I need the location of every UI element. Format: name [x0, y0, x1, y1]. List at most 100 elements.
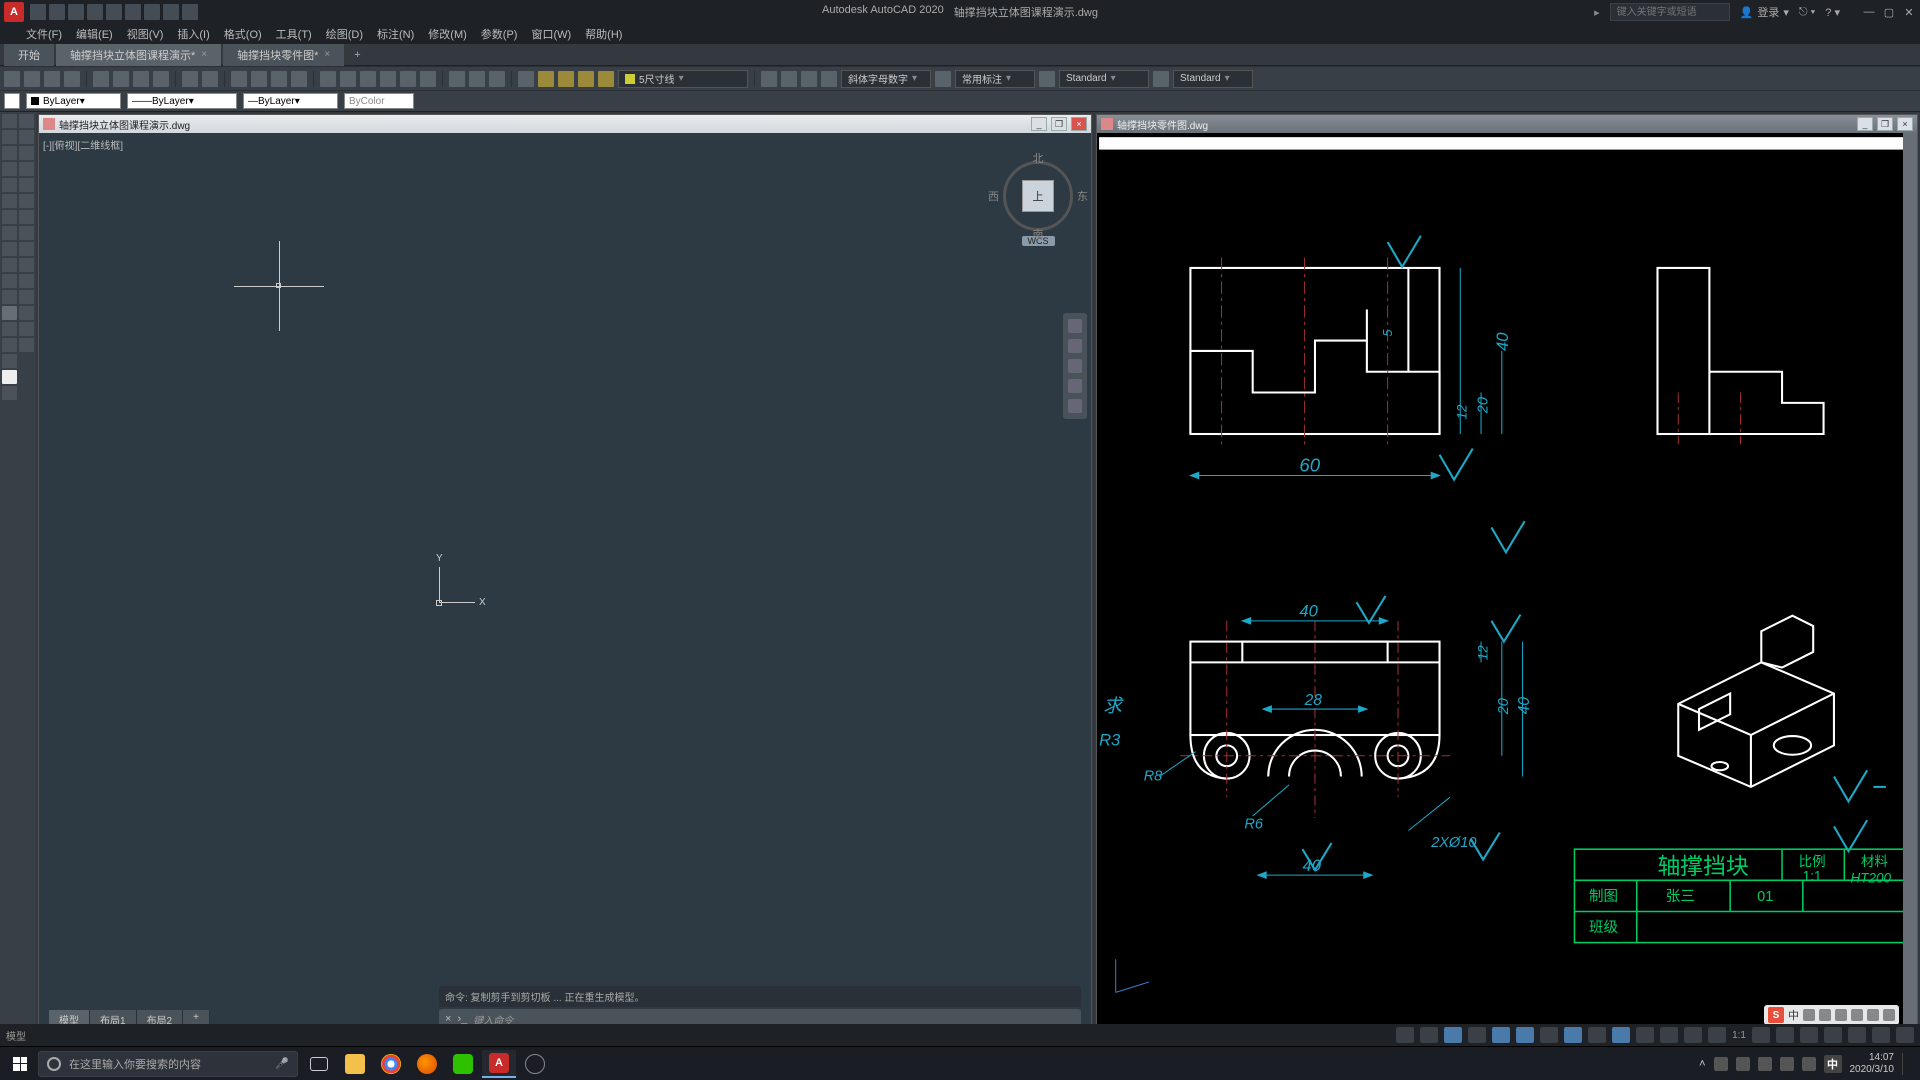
vertical-scrollbar[interactable] — [1903, 133, 1917, 1029]
viewcube-face[interactable]: 上 — [1022, 180, 1054, 212]
lineweight-select[interactable]: — ByLayer ▾ — [243, 93, 338, 109]
app-logo[interactable]: A — [4, 2, 24, 22]
tb-dimalign-icon[interactable] — [558, 71, 574, 87]
tb-a-icon[interactable] — [935, 71, 951, 87]
tool-arc-icon[interactable] — [19, 146, 34, 160]
menu-view[interactable]: 视图(V) — [127, 26, 164, 42]
close-icon[interactable]: × — [324, 49, 330, 60]
tool-point-icon[interactable] — [19, 210, 34, 224]
tool-addsel-icon[interactable] — [19, 258, 34, 272]
tool-hatch-icon[interactable] — [2, 226, 17, 240]
tool-revcloud-icon[interactable] — [19, 162, 34, 176]
window-titlebar-right[interactable]: 轴撑挡块零件图.dwg _ ❐ × — [1097, 115, 1917, 133]
sb-ws-icon[interactable] — [1800, 1027, 1818, 1043]
help-search-input[interactable] — [1610, 3, 1730, 21]
tb-dimarc-icon[interactable] — [578, 71, 594, 87]
nav-showmotion-icon[interactable] — [1068, 399, 1082, 413]
tool-rotate-icon[interactable] — [2, 290, 17, 304]
tray-clock[interactable]: 14:07 2020/3/10 — [1850, 1052, 1895, 1076]
autodesk-app-icon[interactable]: ⎋ ▾ — [1799, 6, 1815, 19]
mic-icon[interactable]: 🎤 — [275, 1057, 289, 1070]
tb-help-icon[interactable] — [489, 71, 505, 87]
tool-region-icon[interactable] — [2, 242, 17, 256]
menu-draw[interactable]: 绘图(D) — [326, 26, 363, 42]
tb-props-icon[interactable] — [320, 71, 336, 87]
sb-grid-icon[interactable] — [1420, 1027, 1438, 1043]
tb-save-icon[interactable] — [44, 71, 60, 87]
tb-table-icon[interactable] — [469, 71, 485, 87]
tb-dimlinear-icon[interactable] — [538, 71, 554, 87]
qat-dropdown-icon[interactable] — [182, 4, 198, 20]
task-other[interactable] — [518, 1050, 552, 1078]
nav-orbit-icon[interactable] — [1068, 379, 1082, 393]
help-icon[interactable]: ? ▾ — [1825, 6, 1840, 19]
tool-line-icon[interactable] — [2, 114, 17, 128]
tool-misc-icon[interactable] — [2, 386, 17, 400]
sb-ducs-icon[interactable] — [1588, 1027, 1606, 1043]
tray-app3-icon[interactable] — [1758, 1057, 1772, 1071]
tb-text-icon[interactable] — [761, 71, 777, 87]
tb-spell-icon[interactable] — [821, 71, 837, 87]
tray-app1-icon[interactable] — [1714, 1057, 1728, 1071]
tb-copy-icon[interactable] — [113, 71, 129, 87]
tool-move-icon[interactable] — [2, 274, 17, 288]
tool-ellipsearc-icon[interactable] — [2, 194, 17, 208]
qat-save-icon[interactable] — [68, 4, 84, 20]
textstyle-select-a[interactable]: 斜体字母数字▾ — [841, 70, 931, 88]
sb-snap-icon[interactable] — [1444, 1027, 1462, 1043]
tool-trim-icon[interactable] — [2, 322, 17, 336]
tool-xline-icon[interactable] — [19, 114, 34, 128]
menu-dimension[interactable]: 标注(N) — [377, 26, 414, 42]
qat-plot-icon[interactable] — [106, 4, 122, 20]
tb-dcenter-icon[interactable] — [340, 71, 356, 87]
tool-gradient-icon[interactable] — [19, 226, 34, 240]
task-firefox[interactable] — [410, 1050, 444, 1078]
sb-sc-icon[interactable] — [1708, 1027, 1726, 1043]
tool-array-icon[interactable] — [2, 354, 17, 368]
tb-ts-icon[interactable] — [1039, 71, 1055, 87]
textstyle-select-b[interactable]: 常用标注▾ — [955, 70, 1035, 88]
qat-undo-icon[interactable] — [144, 4, 160, 20]
win-minimize-button[interactable]: _ — [1857, 117, 1873, 131]
win-restore-button[interactable]: ❐ — [1877, 117, 1893, 131]
tool-circle-icon[interactable] — [2, 162, 17, 176]
sb-gear-icon[interactable] — [1776, 1027, 1794, 1043]
tb-cut-icon[interactable] — [93, 71, 109, 87]
close-button[interactable]: ✕ — [1902, 5, 1916, 19]
menu-insert[interactable]: 插入(I) — [177, 26, 209, 42]
menu-parametric[interactable]: 参数(P) — [481, 26, 518, 42]
show-desktop-button[interactable] — [1902, 1053, 1916, 1075]
drawing-canvas-right[interactable]: 60 40 20 12 5 — [1097, 133, 1917, 1043]
dimstyle-select[interactable]: 5尺寸线▾ — [618, 70, 748, 88]
close-icon[interactable]: × — [201, 49, 207, 60]
nav-zoom-icon[interactable] — [1068, 359, 1082, 373]
tb-qcalc-icon[interactable] — [420, 71, 436, 87]
tool-stretch-icon[interactable] — [19, 306, 34, 320]
minimize-button[interactable]: — — [1862, 5, 1876, 19]
tb-undo-icon[interactable] — [182, 71, 198, 87]
sb-dyn-icon[interactable] — [1612, 1027, 1630, 1043]
tb-dim-icon[interactable] — [518, 71, 534, 87]
linetype-select[interactable]: —— ByLayer ▾ — [127, 93, 237, 109]
tb-new-icon[interactable] — [4, 71, 20, 87]
tool-text-a-icon[interactable] — [2, 370, 17, 384]
sb-custom-icon[interactable] — [1896, 1027, 1914, 1043]
drawing-canvas-left[interactable]: [-][俯视][二维线框] Y X 上 北 南 西 — [39, 133, 1091, 1043]
tb-match-icon[interactable] — [153, 71, 169, 87]
sb-tpy-icon[interactable] — [1660, 1027, 1678, 1043]
layer-color-icon[interactable] — [4, 93, 20, 109]
menu-window[interactable]: 窗口(W) — [531, 26, 571, 42]
tool-extend-icon[interactable] — [19, 322, 34, 336]
tb-find-icon[interactable] — [801, 71, 817, 87]
tb-tpalette-icon[interactable] — [360, 71, 376, 87]
tab-drawing-2[interactable]: 轴撑挡块零件图*× — [223, 44, 344, 66]
win-restore-button[interactable]: ❐ — [1051, 117, 1067, 131]
tool-fillet-icon[interactable] — [2, 338, 17, 352]
tb-sheet-icon[interactable] — [380, 71, 396, 87]
sb-iso-icon[interactable] — [1848, 1027, 1866, 1043]
tb-redo-icon[interactable] — [202, 71, 218, 87]
tb-pan-icon[interactable] — [231, 71, 247, 87]
tool-ellipse-icon[interactable] — [19, 178, 34, 192]
tool-mirror-icon[interactable] — [19, 290, 34, 304]
menu-format[interactable]: 格式(O) — [224, 26, 262, 42]
